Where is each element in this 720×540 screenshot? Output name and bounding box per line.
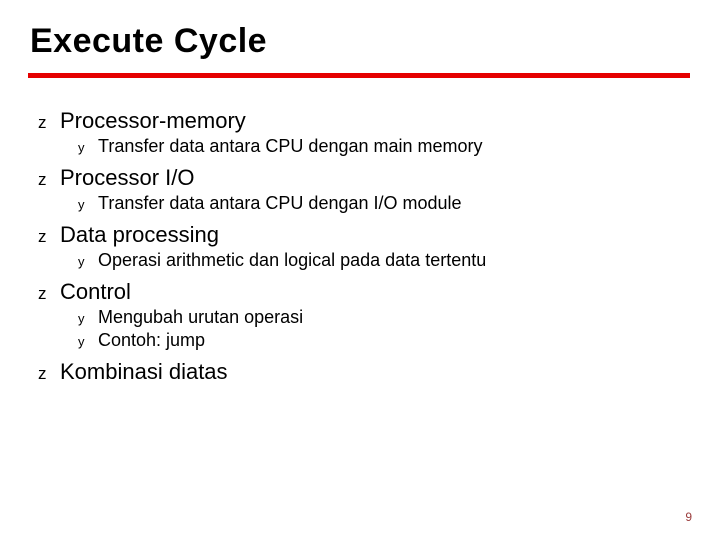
sub-bullet-icon: y [78,197,98,212]
list-item: z Kombinasi diatas [38,359,690,385]
list-item-label: Operasi arithmetic dan logical pada data… [98,250,486,271]
list-item-label: Transfer data antara CPU dengan main mem… [98,136,483,157]
slide-title: Execute Cycle [0,0,720,67]
list-item-label: Kombinasi diatas [60,359,228,385]
page-number: 9 [685,510,692,524]
bullet-icon: z [38,170,60,190]
slide: Execute Cycle z Processor-memory y Trans… [0,0,720,540]
list-item-label: Mengubah urutan operasi [98,307,303,328]
list-item: y Transfer data antara CPU dengan I/O mo… [78,193,690,214]
list-item: y Mengubah urutan operasi [78,307,690,328]
bullet-icon: z [38,227,60,247]
sub-bullet-icon: y [78,334,98,349]
list-item-label: Processor-memory [60,108,246,134]
list-item: y Contoh: jump [78,330,690,351]
list-item: y Transfer data antara CPU dengan main m… [78,136,690,157]
list-item: z Data processing [38,222,690,248]
list-item-label: Data processing [60,222,219,248]
list-item: z Control [38,279,690,305]
bullet-icon: z [38,113,60,133]
list-item: z Processor-memory [38,108,690,134]
list-item: z Processor I/O [38,165,690,191]
sub-bullet-icon: y [78,311,98,326]
list-item-label: Transfer data antara CPU dengan I/O modu… [98,193,462,214]
sub-bullet-icon: y [78,140,98,155]
bullet-icon: z [38,284,60,304]
list-item-label: Control [60,279,131,305]
sub-bullet-icon: y [78,254,98,269]
list-item: y Operasi arithmetic dan logical pada da… [78,250,690,271]
bullet-icon: z [38,364,60,384]
list-item-label: Processor I/O [60,165,194,191]
slide-body: z Processor-memory y Transfer data antar… [0,78,720,385]
list-item-label: Contoh: jump [98,330,205,351]
